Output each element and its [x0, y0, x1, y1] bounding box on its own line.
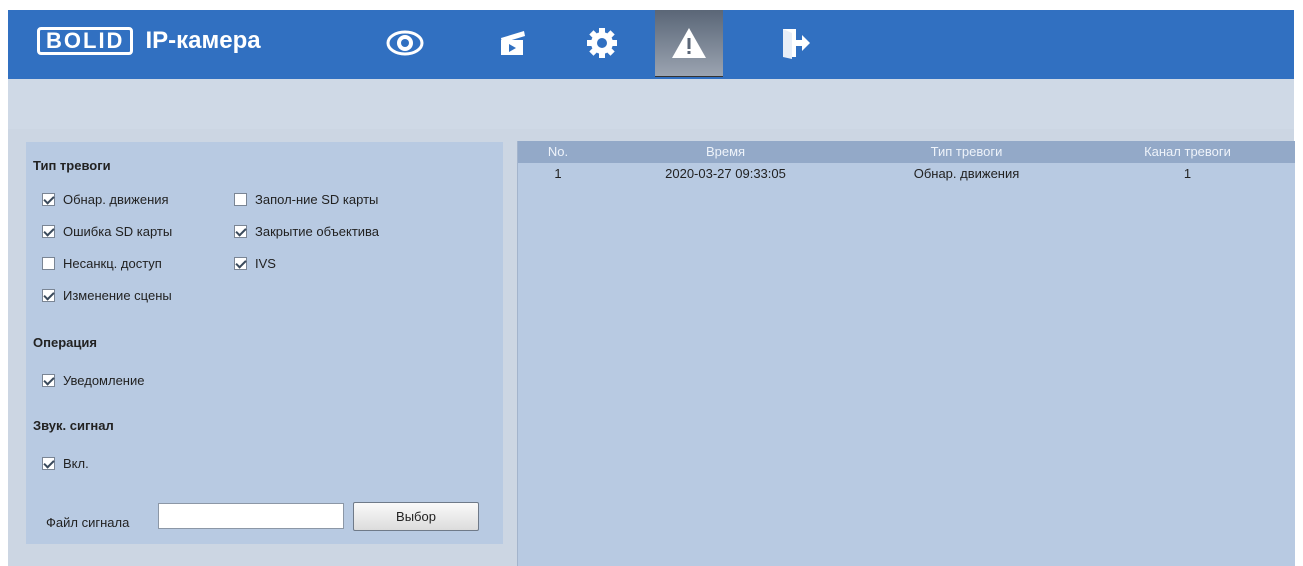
alarm-settings-panel: Тип тревоги Обнар. движения Запол-ние SD…	[26, 142, 503, 544]
clapperboard-icon	[501, 31, 525, 55]
product-name: IP-камера	[145, 27, 261, 54]
checkbox-label: Изменение сцены	[63, 288, 172, 303]
checkbox-ivs[interactable]: IVS	[234, 256, 276, 271]
checkbox-label: Несанкц. доступ	[63, 256, 162, 271]
nav-logout-button[interactable]	[761, 10, 829, 76]
cell-alarm-type: Обнар. движения	[913, 166, 1020, 181]
checkbox-box[interactable]	[234, 193, 247, 206]
warning-icon	[672, 28, 706, 58]
logout-icon	[783, 29, 810, 59]
checkbox-label: Запол-ние SD карты	[255, 192, 379, 207]
sound-signal-title: Звук. сигнал	[33, 418, 114, 433]
checkbox-sd-card-error[interactable]: Ошибка SD карты	[42, 224, 172, 239]
sound-file-input[interactable]	[158, 503, 344, 529]
select-file-button[interactable]: Выбор	[353, 502, 479, 531]
checkbox-sd-card-full[interactable]: Запол-ние SD карты	[234, 192, 378, 207]
table-row[interactable]: 1 2020-03-27 09:33:05 Обнар. движения 1	[518, 163, 1295, 185]
nav-settings-button[interactable]	[568, 10, 636, 76]
logo-brand: BOLID	[37, 27, 134, 55]
checkbox-notification[interactable]: Уведомление	[42, 373, 144, 388]
checkbox-lens-cover[interactable]: Закрытие объектива	[234, 224, 379, 239]
checkbox-unauthorized-access[interactable]: Несанкц. доступ	[42, 256, 162, 271]
cell-alarm-channel: 1	[1183, 166, 1192, 181]
alarm-type-title: Тип тревоги	[33, 158, 111, 173]
sound-file-label: Файл сигнала	[46, 515, 130, 530]
checkbox-scene-change[interactable]: Изменение сцены	[42, 288, 172, 303]
column-header-no: No.	[547, 144, 569, 159]
sub-toolbar	[8, 79, 1294, 129]
checkbox-motion-detection[interactable]: Обнар. движения	[42, 192, 169, 207]
checkbox-box[interactable]	[42, 457, 55, 470]
eye-icon	[386, 30, 424, 56]
checkbox-label: IVS	[255, 256, 276, 271]
nav-alarm-button[interactable]	[655, 10, 723, 77]
checkbox-sound-on[interactable]: Вкл.	[42, 456, 89, 471]
checkbox-label: Ошибка SD карты	[63, 224, 173, 239]
checkbox-box[interactable]	[42, 193, 55, 206]
checkbox-label: Закрытие объектива	[255, 224, 380, 239]
checkbox-label: Обнар. движения	[63, 192, 169, 207]
checkbox-box[interactable]	[42, 225, 55, 238]
logo: BOLID IP-камера	[37, 27, 261, 55]
nav-playback-button[interactable]	[479, 10, 547, 76]
checkbox-box[interactable]	[234, 257, 247, 270]
checkbox-box[interactable]	[42, 257, 55, 270]
operation-title: Операция	[33, 335, 97, 350]
checkbox-label: Вкл.	[63, 456, 89, 471]
table-header: No. Время Тип тревоги Канал тревоги	[518, 141, 1295, 163]
checkbox-label: Уведомление	[63, 373, 145, 388]
gear-icon	[587, 28, 617, 58]
column-header-time: Время	[705, 144, 746, 159]
app-frame: BOLID IP-камера Тип тревоги Обнар. движе…	[8, 10, 1295, 566]
cell-no: 1	[554, 166, 562, 181]
column-header-alarm-channel: Канал тревоги	[1144, 144, 1231, 159]
nav-live-view-button[interactable]	[371, 10, 439, 76]
column-header-alarm-type: Тип тревоги	[930, 144, 1003, 159]
cell-time: 2020-03-27 09:33:05	[665, 166, 786, 181]
checkbox-box[interactable]	[234, 225, 247, 238]
checkbox-box[interactable]	[42, 374, 55, 387]
top-navigation-bar: BOLID IP-камера	[8, 10, 1294, 79]
checkbox-box[interactable]	[42, 289, 55, 302]
alarm-log-table: No. Время Тип тревоги Канал тревоги 1 20…	[517, 141, 1295, 566]
